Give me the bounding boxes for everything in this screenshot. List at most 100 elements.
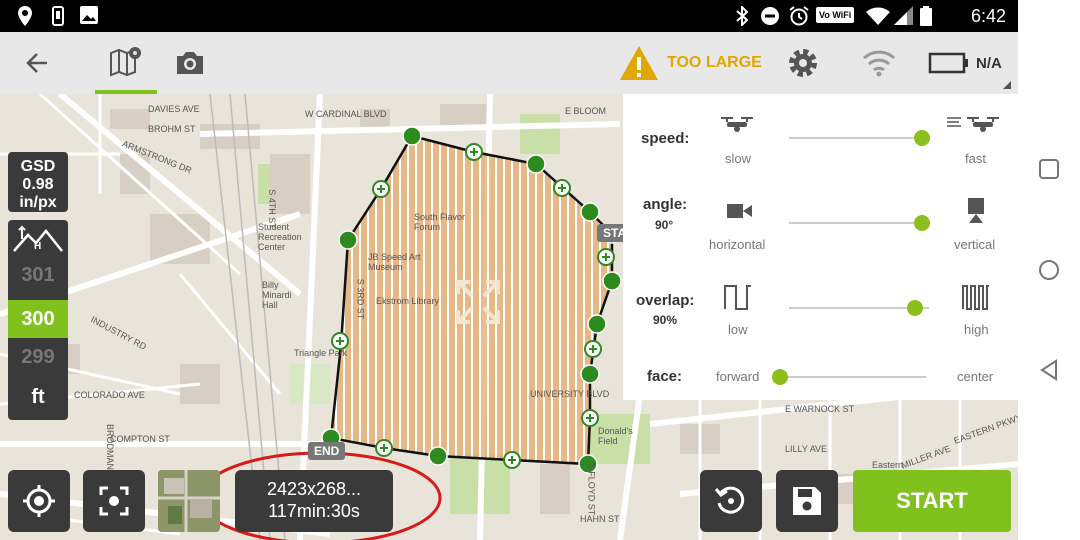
focus-frame-icon [99, 486, 129, 516]
overlap-label: overlap: [636, 292, 695, 309]
street-label: COMPTON ST [110, 434, 170, 444]
place-label: South Flavor Forum [414, 212, 466, 232]
drone-fast-icon [947, 117, 999, 132]
tab-camera[interactable] [170, 32, 210, 94]
speed-min-label: slow [725, 151, 752, 166]
overlap-high-icon [962, 285, 989, 310]
street-label: LILLY AVE [785, 444, 828, 454]
mission-info-box: 2423x268... 117min:30s [235, 470, 393, 532]
street-label: S 3RD ST [355, 278, 366, 320]
signal-icon [894, 6, 914, 31]
altitude-value-below[interactable]: 299 [8, 346, 68, 369]
arrow-left-icon [26, 53, 47, 73]
system-nav-bar [1018, 0, 1080, 540]
phone-icon [52, 6, 64, 31]
reset-rotation-button[interactable] [700, 470, 762, 532]
place-label: Billy Minardi Hall [262, 280, 292, 310]
gsd-display: GSD 0.98 in/px [8, 152, 68, 212]
back-button[interactable] [14, 32, 60, 94]
gsd-value: 0.98 [22, 176, 54, 193]
wifi-icon [862, 50, 896, 77]
warning-icon[interactable] [617, 32, 661, 94]
place-label: Eastern [872, 460, 904, 470]
my-location-button[interactable] [8, 470, 70, 532]
clock: 6:42 [970, 6, 1006, 26]
angle-label: angle: [643, 196, 688, 213]
image-icon [80, 6, 98, 29]
gsd-unit: in/px [19, 194, 57, 211]
street-label: W CARDINAL BLVD [305, 109, 387, 119]
satellite-thumbnail-icon [158, 470, 220, 532]
settings-button[interactable] [782, 32, 824, 94]
terrain-icon: H [13, 225, 63, 252]
street-label: COLORADO AVE [74, 390, 145, 400]
overlap-min-label: low [728, 322, 748, 337]
start-button[interactable]: START [853, 470, 1011, 532]
camera-horizontal-icon [727, 204, 752, 218]
crosshair-icon [23, 485, 55, 517]
flight-duration: 117min:30s [268, 501, 360, 521]
place-label: Triangle Park [294, 348, 348, 358]
camera-icon [177, 52, 203, 74]
gear-icon [789, 49, 817, 77]
save-mission-button[interactable] [776, 470, 838, 532]
angle-slider-thumb[interactable] [914, 215, 930, 231]
place-label: Student Recreation Center [258, 222, 302, 252]
home-button[interactable] [1018, 258, 1080, 288]
altitude-picker[interactable]: H 301 300 299 ft [8, 220, 68, 420]
back-nav-button[interactable] [1018, 358, 1080, 388]
speed-max-label: fast [965, 151, 986, 166]
speed-label: speed: [641, 130, 690, 147]
face-slider[interactable] [788, 376, 926, 378]
place-label: Donald's Field [598, 426, 633, 446]
bluetooth-icon [736, 4, 749, 31]
altitude-value-selected[interactable]: 300 [8, 300, 68, 338]
flight-settings-panel: speed: slow fast angle: 90° horizontal v… [623, 94, 1018, 400]
face-slider-thumb[interactable] [772, 369, 788, 385]
map-pin-icon [110, 47, 141, 77]
street-label: BROHM ST [148, 124, 196, 134]
dnd-icon [760, 6, 780, 31]
angle-value: 90° [655, 218, 674, 232]
svg-text:H: H [34, 241, 41, 252]
camera-vertical-icon [968, 198, 984, 223]
overlap-value: 90% [653, 313, 678, 327]
face-min-label: forward [716, 369, 760, 384]
street-label: UNIVERSITY BLVD [530, 389, 610, 399]
status-bar: Vo WiFi 6:42 [0, 0, 1018, 32]
location-icon [18, 6, 32, 31]
face-label: face: [647, 368, 683, 385]
face-max-label: center [957, 369, 994, 384]
drone-slow-icon [721, 117, 753, 132]
battery-icon [920, 6, 932, 31]
vowifi-icon: Vo WiFi [816, 7, 855, 23]
recents-button[interactable] [1018, 158, 1080, 186]
alarm-icon [788, 6, 810, 31]
area-dimensions: 2423x268... [266, 479, 362, 499]
place-label: JB Speed Art Museum [368, 252, 421, 272]
altitude-unit[interactable]: ft [8, 386, 68, 409]
tab-map[interactable] [95, 32, 157, 94]
street-label: DAVIES AVE [148, 104, 200, 114]
fit-bounds-button[interactable] [83, 470, 145, 532]
overlap-slider-thumb[interactable] [907, 300, 923, 316]
overlap-max-label: high [964, 322, 989, 337]
angle-max-label: vertical [954, 237, 996, 252]
speed-slider-thumb[interactable] [914, 130, 930, 146]
street-label: E BLOOM [565, 106, 607, 116]
speed-slider[interactable] [789, 137, 929, 139]
wifi-signal-button[interactable] [858, 32, 900, 94]
satellite-layer-button[interactable] [158, 470, 220, 532]
end-marker[interactable]: END [308, 442, 346, 460]
warning-text[interactable]: TOO LARGE [667, 54, 762, 72]
place-label: Ekstrom Library [376, 296, 440, 306]
angle-slider[interactable] [789, 222, 929, 224]
floppy-disk-icon [793, 487, 821, 515]
history-icon [714, 486, 745, 514]
overlap-low-icon [724, 285, 751, 310]
angle-min-label: horizontal [709, 237, 766, 252]
drone-battery-icon[interactable] [927, 32, 971, 94]
altitude-value-above[interactable]: 301 [8, 264, 68, 287]
top-toolbar: TOO LARGE N/A [0, 32, 1018, 94]
terrain-follow-button[interactable]: H [8, 220, 68, 260]
